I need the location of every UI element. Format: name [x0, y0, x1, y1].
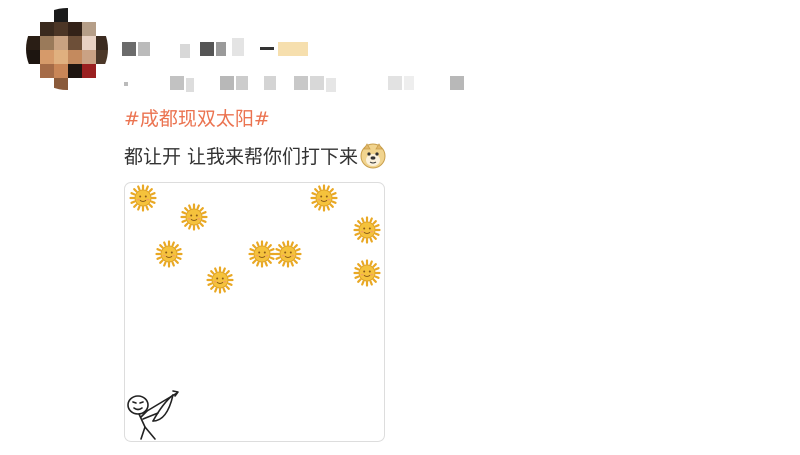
avatar-mosaic-cell: [96, 36, 108, 50]
avatar-mosaic-cell: [40, 78, 54, 90]
avatar-mosaic-cell: [40, 8, 54, 22]
avatar-mosaic-cell: [68, 8, 82, 22]
avatar-mosaic-cell: [26, 22, 40, 36]
avatar-mosaic-cell: [68, 50, 82, 64]
sun-face-icon: [129, 184, 157, 212]
avatar-mosaic-cell: [40, 36, 54, 50]
avatar-mosaic-cell: [96, 64, 108, 78]
hashtag-link[interactable]: #成都现双太阳#: [124, 104, 270, 131]
doge-emoji-icon: [360, 142, 386, 169]
avatar-mosaic-cell: [68, 64, 82, 78]
avatar-mosaic-cell: [82, 8, 96, 22]
avatar-mosaic-cell: [40, 50, 54, 64]
user-avatar[interactable]: [26, 8, 108, 90]
avatar-mosaic-cell: [96, 78, 108, 90]
avatar-mosaic-cell: [26, 78, 40, 90]
avatar-mosaic-cell: [82, 36, 96, 50]
sun-face-icon: [274, 240, 302, 268]
sun-face-icon: [248, 240, 276, 268]
avatar-mosaic-cell: [68, 78, 82, 90]
avatar-mosaic-cell: [68, 22, 82, 36]
avatar-mosaic-cell: [54, 8, 68, 22]
avatar-mosaic-cell: [82, 64, 96, 78]
avatar-mosaic-cell: [68, 36, 82, 50]
avatar-mosaic-cell: [26, 36, 40, 50]
avatar-mosaic-cell: [40, 64, 54, 78]
avatar-mosaic-cell: [96, 50, 108, 64]
avatar-mosaic-cell: [54, 36, 68, 50]
avatar-mosaic-cell: [82, 22, 96, 36]
avatar-mosaic-cell: [54, 22, 68, 36]
sun-face-icon: [180, 203, 208, 231]
sun-face-icon: [155, 240, 183, 268]
sun-face-icon: [206, 266, 234, 294]
avatar-mosaic-cell: [82, 78, 96, 90]
avatar-mosaic-cell: [26, 8, 40, 22]
archer-stickman-icon: [127, 390, 179, 440]
avatar-mosaic-cell: [82, 50, 96, 64]
avatar-mosaic-cell: [40, 22, 54, 36]
avatar-mosaic-cell: [26, 50, 40, 64]
post-text: 都让开 让我来帮你们打下来: [124, 146, 359, 168]
avatar-mosaic-cell: [96, 8, 108, 22]
sun-face-icon: [353, 216, 381, 244]
avatar-mosaic-cell: [54, 78, 68, 90]
post-text-row: 都让开 让我来帮你们打下来: [124, 142, 386, 169]
post-image[interactable]: [124, 182, 385, 442]
avatar-mosaic-cell: [54, 64, 68, 78]
avatar-mosaic-cell: [96, 22, 108, 36]
sun-face-icon: [353, 259, 381, 287]
meme-image-canvas: [127, 184, 381, 440]
avatar-mosaic-cell: [54, 50, 68, 64]
sun-face-icon: [310, 184, 338, 212]
avatar-mosaic-cell: [26, 64, 40, 78]
